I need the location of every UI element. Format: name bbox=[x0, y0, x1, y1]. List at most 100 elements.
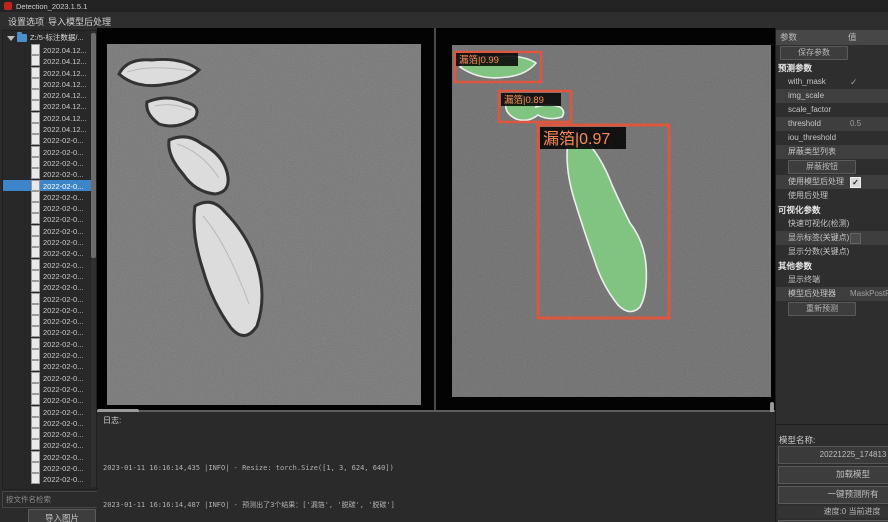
import-images-button[interactable]: 导入图片 bbox=[28, 509, 96, 522]
param-label: iou_threshold bbox=[788, 131, 836, 145]
param-label: threshold bbox=[788, 117, 821, 131]
repredict-button[interactable]: 重新预测 bbox=[788, 302, 856, 316]
file-tree-item[interactable]: 2022.04.12... bbox=[3, 55, 96, 66]
file-tree-item[interactable]: 2022-02-0... bbox=[3, 439, 96, 450]
file-tree-item[interactable]: 2022-02-0... bbox=[3, 225, 96, 236]
file-tree-item[interactable]: 2022-02-0... bbox=[3, 213, 96, 224]
file-tree-item[interactable]: 2022-02-0... bbox=[3, 372, 96, 383]
file-tree-item[interactable]: 2022-02-0... bbox=[3, 326, 96, 337]
file-icon bbox=[31, 406, 40, 417]
param-row-img-scale[interactable]: img_scale bbox=[776, 89, 888, 103]
window-title: Detection_2023.1.5.1 bbox=[16, 2, 87, 11]
mask-button[interactable]: 屏蔽按钮 bbox=[788, 160, 856, 174]
checkbox-empty-icon[interactable] bbox=[850, 233, 861, 244]
prediction-image-canvas[interactable]: 漏箔|0.99 漏箔|0.89 漏箔|0.97 bbox=[452, 45, 771, 397]
file-tree-item[interactable]: 2022.04.12... bbox=[3, 112, 96, 123]
chevron-down-icon[interactable] bbox=[7, 36, 15, 41]
param-row-show-terminal[interactable]: 显示终端 bbox=[776, 273, 888, 287]
param-row-model-post[interactable]: 模型后处理器 MaskPostPro bbox=[776, 287, 888, 301]
save-params-button[interactable]: 保存参数 bbox=[780, 46, 848, 60]
file-tree-item-label: 2022-02-0... bbox=[43, 215, 83, 224]
title-bar[interactable]: Detection_2023.1.5.1 bbox=[0, 0, 888, 12]
param-row-mask-type-list[interactable]: 屏蔽类型列表 bbox=[776, 145, 888, 159]
checkbox-checked-icon[interactable]: ✓ bbox=[850, 177, 861, 188]
file-tree[interactable]: Z:/5-标注数据/... 2022.04.12... 2022.04.12..… bbox=[2, 30, 97, 490]
model-name-field[interactable]: 20221225_174813 bbox=[778, 446, 888, 464]
file-tree-item-label: 2022-02-0... bbox=[43, 441, 83, 450]
file-tree-item[interactable]: 2022-02-0... bbox=[3, 349, 96, 360]
app-icon bbox=[4, 2, 12, 10]
file-tree-item[interactable]: 2022.04.12... bbox=[3, 123, 96, 134]
param-row-use-model-post[interactable]: 使用模型后处理 ✓ bbox=[776, 175, 888, 189]
file-tree-item[interactable]: 2022-02-0... bbox=[3, 157, 96, 168]
param-row-with-mask[interactable]: with_mask ✓ bbox=[776, 75, 888, 89]
file-tree-item[interactable]: 2022.04.12... bbox=[3, 100, 96, 111]
file-tree-item[interactable]: 2022-02-0... bbox=[3, 473, 96, 484]
file-tree-item[interactable]: 2022-02-0... bbox=[3, 168, 96, 179]
param-row-scale-factor[interactable]: scale_factor bbox=[776, 103, 888, 117]
param-value[interactable]: MaskPostPro bbox=[850, 287, 888, 301]
predict-all-button[interactable]: 一键预测所有 bbox=[778, 486, 888, 504]
file-tree-item[interactable]: 2022-02-0... bbox=[3, 247, 96, 258]
param-row-show-score[interactable]: 显示分数(关键点) bbox=[776, 245, 888, 259]
file-tree-item-label: 2022.04.12... bbox=[43, 80, 87, 89]
file-tree-item[interactable]: 2022-02-0... bbox=[3, 180, 96, 191]
file-tree-item[interactable]: 2022-02-0... bbox=[3, 406, 96, 417]
param-row-show-label[interactable]: 显示标签(关键点) bbox=[776, 231, 888, 245]
file-tree-item[interactable]: 2022.04.12... bbox=[3, 44, 96, 55]
file-tree-item-label: 2022-02-0... bbox=[43, 272, 83, 281]
file-tree-item[interactable]: 2022-02-0... bbox=[3, 417, 96, 428]
file-tree-item[interactable]: 2022-02-0... bbox=[3, 270, 96, 281]
param-row-threshold[interactable]: threshold 0.5 bbox=[776, 117, 888, 131]
file-tree-item[interactable]: 2022-02-0... bbox=[3, 134, 96, 145]
param-check-value[interactable]: ✓ bbox=[850, 75, 858, 89]
file-tree-item[interactable]: 2022-02-0... bbox=[3, 293, 96, 304]
param-row-quick-vis[interactable]: 快速可视化(检测) bbox=[776, 217, 888, 231]
file-tree-item[interactable]: 2022-02-0... bbox=[3, 360, 96, 371]
load-model-button[interactable]: 加载模型 bbox=[778, 466, 888, 484]
file-tree-item[interactable]: 2022.04.12... bbox=[3, 78, 96, 89]
file-tree-item[interactable]: 2022-02-0... bbox=[3, 383, 96, 394]
file-tree-item[interactable]: 2022.04.12... bbox=[3, 67, 96, 78]
original-image-canvas[interactable] bbox=[107, 44, 421, 405]
param-label: 显示终端 bbox=[788, 273, 820, 287]
file-tree-item[interactable]: 2022-02-0... bbox=[3, 191, 96, 202]
file-icon bbox=[31, 134, 40, 145]
file-tree-item-label: 2022-02-0... bbox=[43, 419, 83, 428]
param-row-iou-threshold[interactable]: iou_threshold bbox=[776, 131, 888, 145]
section-visualization-params: 可视化参数 bbox=[776, 203, 888, 217]
file-tree-item[interactable]: 2022-02-0... bbox=[3, 315, 96, 326]
param-row-use-post[interactable]: 使用后处理 bbox=[776, 189, 888, 203]
file-tree-item[interactable]: 2022-02-0... bbox=[3, 394, 96, 405]
file-tree-item[interactable]: 2022-02-0... bbox=[3, 451, 96, 462]
file-tree-item[interactable]: 2022-02-0... bbox=[3, 146, 96, 157]
divider bbox=[776, 424, 888, 425]
file-tree-item[interactable]: 2022-02-0... bbox=[3, 281, 96, 292]
file-tree-item[interactable]: 2022-02-0... bbox=[3, 202, 96, 213]
menu-settings[interactable]: 设置选项 bbox=[4, 14, 48, 29]
tree-scrollbar-thumb[interactable] bbox=[91, 33, 96, 258]
log-panel[interactable]: 日志: 2023-01-11 16:16:14,435 |INFO| - Res… bbox=[97, 412, 775, 522]
file-tree-item[interactable]: 2022-02-0... bbox=[3, 428, 96, 439]
file-tree-item[interactable]: 2022-02-0... bbox=[3, 462, 96, 473]
param-value[interactable]: 0.5 bbox=[850, 117, 861, 131]
file-tree-item-label: 2022.04.12... bbox=[43, 69, 87, 78]
file-tree-item-label: 2022-02-0... bbox=[43, 148, 83, 157]
menu-import-model-post[interactable]: 导入模型后处理 bbox=[44, 14, 115, 29]
param-label: 使用后处理 bbox=[788, 189, 828, 203]
file-icon bbox=[31, 44, 40, 55]
file-tree-item[interactable]: 2022-02-0... bbox=[3, 259, 96, 270]
file-tree-item-label: 2022-02-0... bbox=[43, 385, 83, 394]
file-tree-item-label: 2022.04.12... bbox=[43, 125, 87, 134]
viewer-splitter[interactable] bbox=[434, 28, 436, 410]
file-tree-root[interactable]: Z:/5-标注数据/... bbox=[3, 31, 96, 44]
file-tree-item[interactable]: 2022-02-0... bbox=[3, 304, 96, 315]
file-tree-item-label: 2022.04.12... bbox=[43, 57, 87, 66]
search-input[interactable] bbox=[2, 491, 101, 508]
tree-scrollbar[interactable] bbox=[91, 31, 96, 487]
file-tree-item-label: 2022-02-0... bbox=[43, 193, 83, 202]
file-tree-item[interactable]: 2022-02-0... bbox=[3, 236, 96, 247]
file-tree-item[interactable]: 2022-02-0... bbox=[3, 338, 96, 349]
file-icon bbox=[31, 439, 40, 450]
file-tree-item[interactable]: 2022.04.12... bbox=[3, 89, 96, 100]
